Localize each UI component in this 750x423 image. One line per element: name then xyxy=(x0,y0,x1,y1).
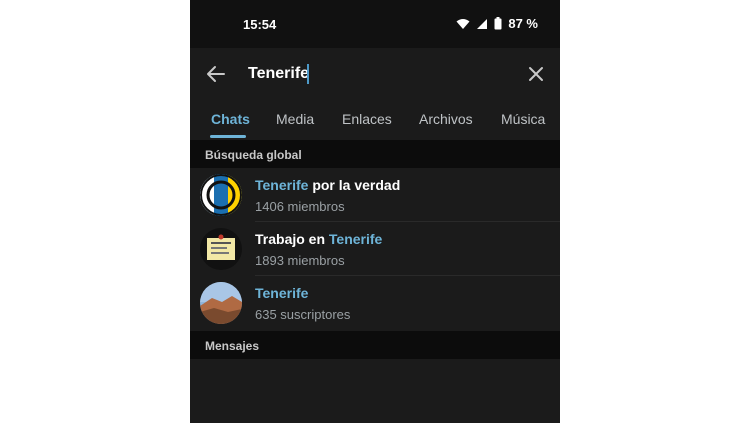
search-input[interactable] xyxy=(248,62,498,86)
chat-avatar xyxy=(200,174,242,216)
chat-title-highlight: Tenerife xyxy=(255,177,309,193)
chat-title-highlight: Tenerife xyxy=(255,285,309,301)
chat-title: Tenerife xyxy=(255,285,308,301)
tab-musica[interactable]: Música xyxy=(501,111,545,127)
phone-screen: 15:54 87 % Chats Media Enlaces A xyxy=(190,0,560,423)
search-result-row[interactable]: Tenerife por la verdad 1406 miembros xyxy=(190,168,560,221)
chat-title-highlight: Tenerife xyxy=(328,231,383,247)
chat-title: Trabajo en Tenerife xyxy=(255,231,382,247)
text-caret xyxy=(307,64,309,84)
status-time: 15:54 xyxy=(243,17,277,32)
section-title: Búsqueda global xyxy=(205,148,302,162)
chat-member-count: 1893 miembros xyxy=(255,253,345,268)
status-bar: 15:54 87 % xyxy=(190,0,560,48)
chat-subscriber-count: 635 suscriptores xyxy=(255,307,351,322)
arrow-left-icon[interactable] xyxy=(205,63,227,85)
search-result-row[interactable]: Tenerife 635 suscriptores xyxy=(190,276,560,329)
status-icons: 87 % xyxy=(456,16,538,31)
chat-title: Tenerife por la verdad xyxy=(255,177,400,193)
close-icon[interactable] xyxy=(528,66,544,82)
chat-avatar xyxy=(200,228,242,270)
battery-percentage: 87 % xyxy=(508,16,538,31)
chat-title-rest: por la verdad xyxy=(308,177,401,193)
section-header-global-search: Búsqueda global xyxy=(190,140,560,168)
tab-chats[interactable]: Chats xyxy=(211,111,250,127)
chat-member-count: 1406 miembros xyxy=(255,199,345,214)
signal-icon xyxy=(477,18,488,29)
chat-avatar xyxy=(200,282,242,324)
tab-media[interactable]: Media xyxy=(276,111,314,127)
search-bar xyxy=(190,48,560,100)
active-tab-indicator xyxy=(210,135,246,138)
battery-icon xyxy=(494,17,502,30)
tab-archivos[interactable]: Archivos xyxy=(419,111,473,127)
section-header-messages: Mensajes xyxy=(190,331,560,359)
wifi-icon xyxy=(456,18,470,29)
chat-title-prefix: Trabajo en xyxy=(255,231,329,247)
tab-enlaces[interactable]: Enlaces xyxy=(342,111,392,127)
search-result-row[interactable]: Trabajo en Tenerife 1893 miembros xyxy=(190,222,560,275)
section-title: Mensajes xyxy=(205,339,260,353)
messages-results-area xyxy=(190,360,560,423)
tab-bar: Chats Media Enlaces Archivos Música xyxy=(190,100,560,138)
